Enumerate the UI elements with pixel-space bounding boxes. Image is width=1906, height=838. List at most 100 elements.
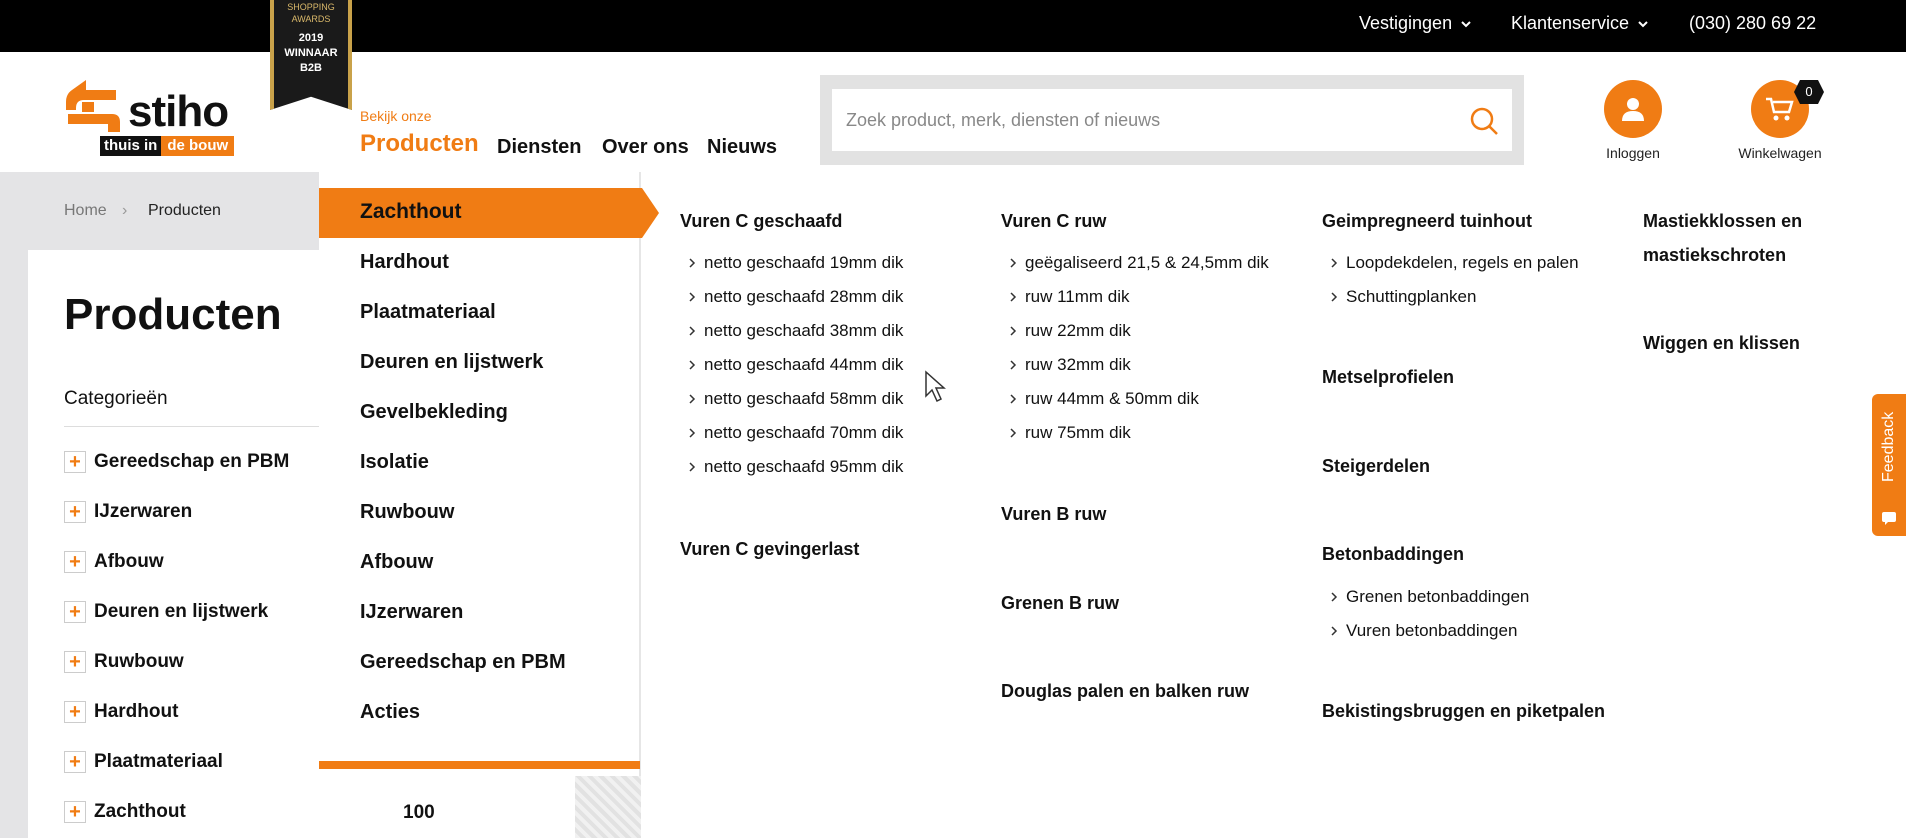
- category-item[interactable]: + Plaatmateriaal: [64, 749, 223, 775]
- category-label: Plaatmateriaal: [94, 751, 223, 772]
- chevron-right-icon: [689, 428, 696, 438]
- subcat-link[interactable]: ruw 22mm dik: [1009, 321, 1131, 341]
- category-item[interactable]: + Ruwbouw: [64, 649, 184, 675]
- divider: [64, 426, 320, 427]
- subcat-heading[interactable]: Geimpregneerd tuinhout: [1322, 204, 1532, 238]
- subcat-heading[interactable]: Vuren C ruw: [1001, 204, 1106, 238]
- stiho-logo[interactable]: stiho thuis in de bouw: [64, 80, 254, 158]
- category-item[interactable]: + Hardhout: [64, 699, 178, 725]
- mega-item-acties[interactable]: Acties: [360, 701, 420, 724]
- plus-icon[interactable]: +: [64, 751, 86, 773]
- cart-label[interactable]: Winkelwagen: [1720, 145, 1840, 161]
- subcat-link[interactable]: netto geschaafd 70mm dik: [688, 423, 903, 443]
- mega-item[interactable]: Hardhout: [360, 251, 449, 274]
- search-icon[interactable]: [1468, 105, 1500, 137]
- mega-item[interactable]: Gevelbekleding: [360, 401, 508, 424]
- subcat-label: netto geschaafd 58mm dik: [704, 389, 904, 408]
- breadcrumb-home[interactable]: Home: [64, 202, 107, 220]
- nav-nieuws[interactable]: Nieuws: [707, 136, 777, 159]
- product-number: 100: [403, 802, 435, 823]
- subcat-label: ruw 44mm & 50mm dik: [1025, 389, 1199, 408]
- subcat-link[interactable]: geëgaliseerd 21,5 & 24,5mm dik: [1009, 253, 1269, 273]
- plus-icon[interactable]: +: [64, 501, 86, 523]
- subcat-label: Schuttingplanken: [1346, 287, 1477, 306]
- subcat-heading[interactable]: mastiekschroten: [1643, 238, 1786, 272]
- subcat-label: ruw 22mm dik: [1025, 321, 1131, 340]
- subcat-heading[interactable]: Vuren B ruw: [1001, 497, 1106, 531]
- category-label: Zachthout: [94, 801, 186, 822]
- chevron-right-icon: [1331, 258, 1338, 268]
- search-area: [820, 75, 1524, 165]
- mega-item-zachthout[interactable]: Zachthout: [360, 200, 461, 224]
- plus-icon[interactable]: +: [64, 451, 86, 473]
- category-label: Ruwbouw: [94, 651, 184, 672]
- mega-item[interactable]: Ruwbouw: [360, 501, 454, 524]
- subcat-link[interactable]: ruw 44mm & 50mm dik: [1009, 389, 1199, 409]
- mega-item[interactable]: Isolatie: [360, 451, 429, 474]
- plus-icon[interactable]: +: [64, 601, 86, 623]
- category-item[interactable]: + Gereedschap en PBM: [64, 449, 289, 475]
- product-thumbnail[interactable]: [575, 776, 641, 838]
- nav-diensten[interactable]: Diensten: [497, 136, 581, 159]
- phone-link[interactable]: (030) 280 69 22: [1689, 13, 1816, 34]
- user-icon: [1622, 98, 1644, 121]
- subcat-link[interactable]: ruw 11mm dik: [1009, 287, 1130, 307]
- chevron-right-icon: [1010, 292, 1017, 302]
- subcat-link[interactable]: netto geschaafd 38mm dik: [688, 321, 903, 341]
- subcat-link[interactable]: netto geschaafd 95mm dik: [688, 457, 903, 477]
- klantenservice-menu[interactable]: Klantenservice: [1511, 13, 1649, 34]
- nav-over-ons[interactable]: Over ons: [602, 136, 689, 159]
- category-item[interactable]: + Afbouw: [64, 549, 164, 575]
- subcat-link[interactable]: ruw 75mm dik: [1009, 423, 1131, 443]
- mega-item[interactable]: Gereedschap en PBM: [360, 651, 566, 674]
- category-item[interactable]: + Deuren en lijstwerk: [64, 599, 268, 625]
- logo-word: stiho: [128, 87, 229, 136]
- category-item[interactable]: + Zachthout: [64, 799, 186, 825]
- subcat-link[interactable]: netto geschaafd 58mm dik: [688, 389, 903, 409]
- subcat-label: ruw 11mm dik: [1025, 287, 1130, 306]
- subcat-link[interactable]: netto geschaafd 28mm dik: [688, 287, 903, 307]
- search-input[interactable]: [832, 89, 1452, 151]
- search-box: [832, 89, 1512, 151]
- mega-item[interactable]: Deuren en lijstwerk: [360, 351, 543, 374]
- mouse-cursor-icon: [925, 370, 946, 403]
- category-item[interactable]: + IJzerwaren: [64, 499, 192, 525]
- subcat-heading[interactable]: Steigerdelen: [1322, 449, 1430, 483]
- plus-icon[interactable]: +: [64, 651, 86, 673]
- plus-icon[interactable]: +: [64, 701, 86, 723]
- cart-count-badge: 0: [1794, 80, 1824, 104]
- subcat-link[interactable]: netto geschaafd 44mm dik: [688, 355, 903, 375]
- mega-item[interactable]: Afbouw: [360, 551, 433, 574]
- login-button[interactable]: [1604, 80, 1662, 138]
- logo-tag-a: thuis in: [100, 136, 162, 156]
- subcat-link[interactable]: Grenen betonbaddingen: [1330, 587, 1529, 607]
- subcat-heading[interactable]: Grenen B ruw: [1001, 586, 1119, 620]
- subcat-link[interactable]: netto geschaafd 19mm dik: [688, 253, 903, 273]
- subcat-heading[interactable]: Metselprofielen: [1322, 360, 1454, 394]
- chevron-right-icon: [689, 292, 696, 302]
- subcat-heading[interactable]: Mastiekklossen en: [1643, 204, 1802, 238]
- subcat-link[interactable]: Loopdekdelen, regels en palen: [1330, 253, 1579, 273]
- plus-icon[interactable]: +: [64, 551, 86, 573]
- subcat-link[interactable]: Vuren betonbaddingen: [1330, 621, 1517, 641]
- chevron-right-icon: [689, 258, 696, 268]
- subcat-heading[interactable]: Betonbaddingen: [1322, 537, 1464, 571]
- chevron-right-icon: [1331, 292, 1338, 302]
- feedback-tab[interactable]: Feedback: [1872, 394, 1906, 536]
- subcat-label: netto geschaafd 95mm dik: [704, 457, 904, 476]
- subcat-link[interactable]: ruw 32mm dik: [1009, 355, 1131, 375]
- login-label[interactable]: Inloggen: [1573, 145, 1693, 161]
- mega-item[interactable]: IJzerwaren: [360, 601, 463, 624]
- subcat-label: netto geschaafd 44mm dik: [704, 355, 904, 374]
- subcat-link[interactable]: Schuttingplanken: [1330, 287, 1476, 307]
- mega-item[interactable]: Plaatmateriaal: [360, 301, 496, 324]
- plus-icon[interactable]: +: [64, 801, 86, 823]
- vestigingen-menu[interactable]: Vestigingen: [1359, 13, 1472, 34]
- chevron-right-icon: [689, 394, 696, 404]
- nav-producten[interactable]: Producten: [360, 130, 479, 158]
- subcat-heading[interactable]: Douglas palen en balken ruw: [1001, 674, 1249, 708]
- subcat-heading[interactable]: Wiggen en klissen: [1643, 326, 1800, 360]
- subcat-heading[interactable]: Vuren C gevingerlast: [680, 532, 859, 566]
- subcat-heading[interactable]: Vuren C geschaafd: [680, 204, 842, 238]
- subcat-heading[interactable]: Bekistingsbruggen en piketpalen: [1322, 694, 1605, 728]
